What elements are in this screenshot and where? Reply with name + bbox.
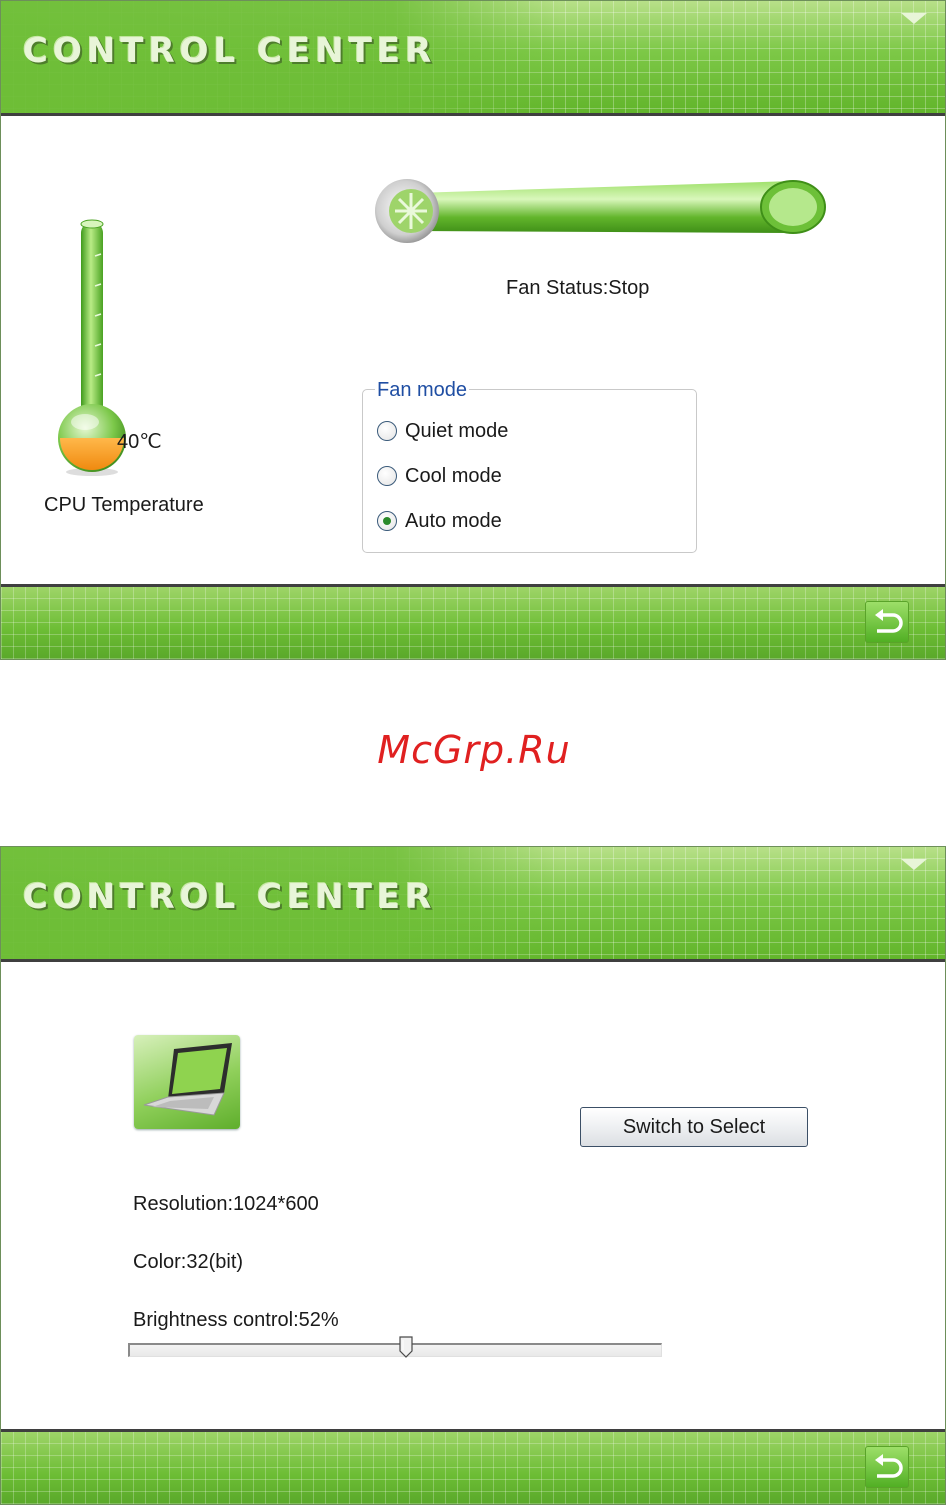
fan-mode-group: Fan mode Quiet mode Cool mode Auto mode — [362, 379, 697, 553]
radio-button-icon[interactable] — [377, 421, 397, 441]
fan-status-text: Fan Status:Stop — [506, 277, 650, 299]
dropdown-triangle-icon[interactable] — [901, 13, 927, 24]
control-center-window-display: CONTROL CENTER Switch to Select Resoluti… — [0, 846, 946, 1505]
radio-label: Auto mode — [405, 509, 502, 532]
back-button[interactable] — [865, 601, 909, 643]
radio-button-checked-icon[interactable] — [377, 511, 397, 531]
control-center-window-fan: CONTROL CENTER 40℃ CPU Temperature Fan S… — [0, 0, 946, 660]
radio-label: Cool mode — [405, 464, 502, 487]
fan-pipe-icon — [375, 179, 826, 243]
back-arrow-icon — [875, 1454, 903, 1478]
back-button[interactable] — [865, 1446, 909, 1488]
radio-button-icon[interactable] — [377, 466, 397, 486]
footer-bar — [1, 584, 945, 659]
laptop-icon-tile — [134, 1035, 240, 1129]
color-depth-text: Color:32(bit) — [133, 1251, 244, 1273]
radio-auto-mode[interactable]: Auto mode — [377, 508, 502, 534]
cpu-temperature-label: CPU Temperature — [44, 494, 204, 516]
brightness-label: Brightness control:52% — [133, 1309, 339, 1331]
watermark-text: McGrp.Ru — [377, 728, 571, 772]
brightness-slider-thumb[interactable] — [399, 1336, 413, 1358]
header-bar: CONTROL CENTER — [1, 847, 945, 962]
resolution-text: Resolution:1024*600 — [133, 1193, 319, 1215]
fan-mode-legend: Fan mode — [375, 379, 470, 402]
laptop-icon — [143, 1043, 232, 1116]
header-bar: CONTROL CENTER — [1, 1, 945, 116]
radio-quiet-mode[interactable]: Quiet mode — [377, 418, 508, 444]
footer-bar — [1, 1429, 945, 1504]
dropdown-triangle-icon[interactable] — [901, 859, 927, 870]
radio-cool-mode[interactable]: Cool mode — [377, 463, 502, 489]
window-title: CONTROL CENTER — [23, 31, 437, 71]
brightness-slider-track[interactable] — [128, 1343, 662, 1357]
back-arrow-icon — [875, 609, 903, 633]
cpu-temperature-value: 40℃ — [117, 431, 162, 453]
window-title: CONTROL CENTER — [23, 877, 437, 917]
radio-label: Quiet mode — [405, 419, 509, 442]
switch-to-select-button[interactable]: Switch to Select — [580, 1107, 808, 1147]
